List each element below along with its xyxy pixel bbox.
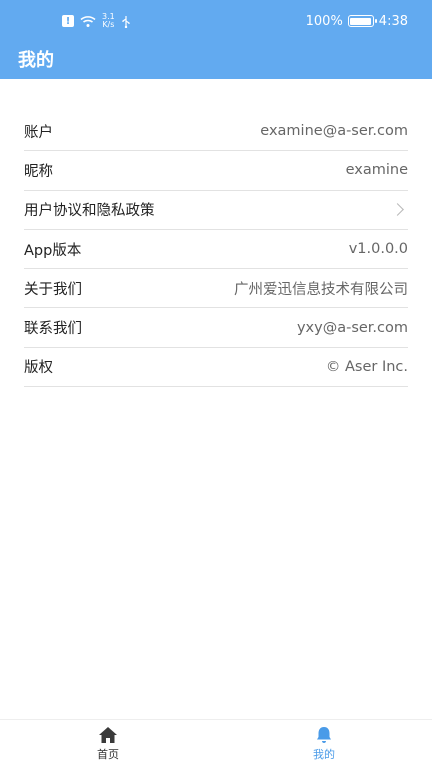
row-label: 用户协议和隐私政策 (24, 203, 155, 220)
row-label: 版权 (24, 360, 53, 377)
notification-alert-icon: ! (62, 15, 74, 27)
status-left: ! 3.1 K/s (62, 12, 131, 30)
status-right: 100% 4:38 (306, 12, 408, 30)
wifi-icon (80, 15, 96, 27)
usb-icon (122, 15, 130, 28)
row-value: examine (345, 162, 408, 179)
row-value: © Aser Inc. (325, 358, 408, 375)
header: ! 3.1 K/s 100% 4:38 我的 (0, 0, 432, 79)
row-label: 联系我们 (24, 321, 82, 338)
battery-percent: 100% (305, 13, 343, 29)
row-about-us[interactable]: 关于我们 广州爱迅信息技术有限公司 (24, 269, 408, 309)
battery-icon (347, 15, 377, 27)
row-label: 关于我们 (24, 281, 82, 298)
chevron-right-icon (391, 203, 404, 217)
tab-label: 我的 (313, 748, 335, 761)
network-speed: 3.1 K/s (102, 13, 115, 29)
row-app-version: App版本 v1.0.0.0 (24, 230, 408, 270)
row-account: 账户 examine@a-ser.com (24, 112, 408, 152)
settings-list: 账户 examine@a-ser.com 昵称 examine 用户协议和隐私政… (24, 112, 408, 388)
clock: 4:38 (378, 13, 408, 29)
row-value: examine@a-ser.com (260, 123, 408, 140)
row-label: 昵称 (24, 163, 53, 180)
row-label: App版本 (24, 242, 82, 259)
bell-icon (317, 727, 331, 743)
row-user-agreement-privacy[interactable]: 用户协议和隐私政策 (24, 191, 408, 230)
row-copyright: 版权 © Aser Inc. (24, 348, 408, 388)
status-bar: ! 3.1 K/s 100% 4:38 (0, 0, 432, 40)
row-value: v1.0.0.0 (348, 241, 408, 258)
row-contact-us[interactable]: 联系我们 yxy@a-ser.com (24, 308, 408, 348)
bottom-tab-bar: 首页 我的 (0, 719, 432, 768)
page-title: 我的 (18, 50, 54, 71)
app-screen: ! 3.1 K/s 100% 4:38 我的 账户 examine@a-ser.… (0, 0, 432, 768)
battery-fill (350, 17, 372, 25)
tab-mine[interactable]: 我的 (216, 720, 432, 768)
row-label: 账户 (24, 124, 53, 141)
home-icon (99, 727, 117, 743)
row-nickname: 昵称 examine (24, 151, 408, 191)
tab-home[interactable]: 首页 (0, 720, 216, 768)
row-value: yxy@a-ser.com (296, 319, 408, 336)
tab-label: 首页 (97, 748, 119, 761)
network-speed-unit: K/s (102, 20, 115, 29)
row-value: 广州爱迅信息技术有限公司 (234, 281, 408, 298)
